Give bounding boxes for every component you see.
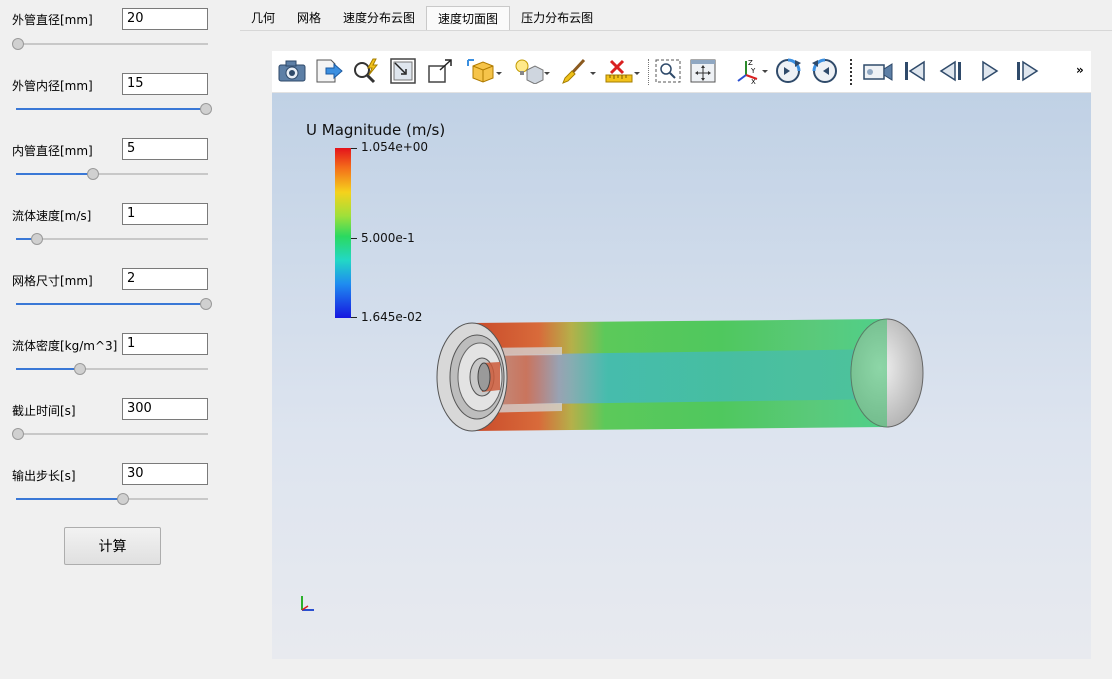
light-dropdown-icon[interactable] — [512, 57, 552, 85]
zoom-to-selection-icon[interactable] — [653, 57, 683, 85]
slider-handle[interactable] — [200, 298, 212, 310]
tab-bar: 几何 网格 速度分布云图 速度切面图 压力分布云图 — [240, 6, 604, 30]
play-icon[interactable] — [974, 57, 1004, 85]
slider-handle[interactable] — [87, 168, 99, 180]
toolbar-overflow-button[interactable]: » — [1076, 63, 1084, 77]
tab-velocity-slice[interactable]: 速度切面图 — [426, 6, 511, 30]
rotate-ccw-icon[interactable] — [772, 57, 804, 85]
parameter-panel: 外管直径[mm] 20 外管内径[mm] 15 内管直径[mm] 5 流体速度[… — [0, 0, 240, 679]
outer-diameter-slider[interactable] — [12, 38, 208, 50]
tab-mesh[interactable]: 网格 — [286, 6, 332, 30]
zoom-to-box-icon[interactable] — [387, 57, 419, 85]
video-camera-icon[interactable] — [860, 57, 896, 85]
param-label-outer-diameter: 外管直径[mm] — [12, 13, 93, 27]
export-icon[interactable] — [313, 57, 345, 85]
ruler-clear-dropdown-icon[interactable] — [602, 57, 642, 85]
tab-velocity-contour[interactable]: 速度分布云图 — [332, 6, 426, 30]
param-label-fluid-density: 流体密度[kg/m^3] — [12, 339, 118, 353]
mesh-size-input[interactable]: 2 — [122, 268, 208, 290]
calculate-button[interactable]: 计算 — [64, 527, 161, 565]
camera-icon[interactable] — [276, 57, 308, 85]
slider-handle[interactable] — [12, 38, 24, 50]
reset-camera-dropdown-icon[interactable] — [464, 57, 504, 85]
slider-handle[interactable] — [12, 428, 24, 440]
tab-geometry[interactable]: 几何 — [240, 6, 286, 30]
render-view[interactable]: U Magnitude (m/s) 1.054e+00 5.000e-1 1.6… — [272, 93, 1091, 659]
toolbar-separator — [648, 59, 649, 85]
toolbar-separator — [850, 59, 852, 85]
axes-orientation-dropdown-icon[interactable]: ZYX — [732, 57, 770, 85]
outer-inner-diameter-input[interactable]: 15 — [122, 73, 208, 95]
magnifier-lightning-icon[interactable] — [350, 57, 382, 85]
fluid-velocity-input[interactable]: 1 — [122, 203, 208, 225]
fluid-velocity-slider[interactable] — [16, 233, 208, 245]
first-frame-icon[interactable] — [899, 57, 929, 85]
inner-diameter-input[interactable]: 5 — [122, 138, 208, 160]
fluid-density-slider[interactable] — [16, 363, 208, 375]
paintbrush-dropdown-icon[interactable] — [558, 57, 598, 85]
end-time-input[interactable]: 300 — [122, 398, 208, 420]
mesh-size-slider[interactable] — [16, 298, 212, 310]
pipe-velocity-slice — [436, 318, 924, 432]
svg-text:X: X — [751, 78, 756, 85]
previous-frame-icon[interactable] — [936, 57, 966, 85]
slider-handle[interactable] — [200, 103, 212, 115]
param-label-inner-diameter: 内管直径[mm] — [12, 144, 93, 158]
slider-handle[interactable] — [31, 233, 43, 245]
svg-text:Z: Z — [748, 59, 753, 67]
view-toolbar: ZYX » — [272, 51, 1091, 93]
orientation-axes-icon — [301, 596, 314, 611]
param-label-mesh-size: 网格尺寸[mm] — [12, 274, 93, 288]
slider-handle[interactable] — [117, 493, 129, 505]
fluid-density-input[interactable]: 1 — [122, 333, 208, 355]
rotate-cw-icon[interactable] — [809, 57, 841, 85]
outer-inner-diameter-slider[interactable] — [16, 103, 212, 115]
param-label-end-time: 截止时间[s] — [12, 404, 76, 418]
output-step-input[interactable]: 30 — [122, 463, 208, 485]
param-label-fluid-velocity: 流体速度[m/s] — [12, 209, 92, 223]
param-label-output-step: 输出步长[s] — [12, 469, 76, 483]
slider-handle[interactable] — [74, 363, 86, 375]
next-frame-icon[interactable] — [1012, 57, 1042, 85]
tab-pressure-contour[interactable]: 压力分布云图 — [510, 6, 604, 30]
svg-text:Y: Y — [750, 67, 756, 75]
inner-diameter-slider[interactable] — [16, 168, 208, 180]
fit-view-icon[interactable] — [688, 57, 718, 85]
end-time-slider[interactable] — [12, 428, 208, 440]
box-arrow-icon[interactable] — [424, 57, 456, 85]
param-label-outer-inner-diameter: 外管内径[mm] — [12, 79, 93, 93]
outer-diameter-input[interactable]: 20 — [122, 8, 208, 30]
output-step-slider[interactable] — [16, 493, 208, 505]
